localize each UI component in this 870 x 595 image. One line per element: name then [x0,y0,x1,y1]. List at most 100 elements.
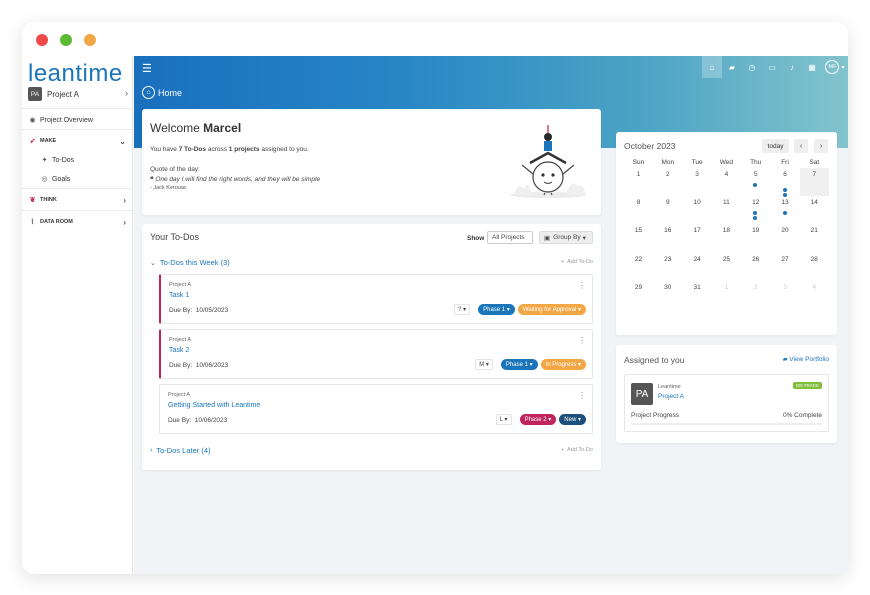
calendar-day[interactable]: 19 [741,224,770,252]
calendar-day[interactable]: 23 [653,253,682,281]
phase-dropdown[interactable]: Phase 2 ▾ [519,414,557,425]
effort-dropdown[interactable]: L ▾ [495,414,512,425]
effort-dropdown[interactable]: M ▾ [475,359,493,370]
user-menu[interactable]: MF ▾ [822,60,848,74]
calendar-day[interactable]: 11 [712,196,741,224]
calendar-event-dot[interactable] [782,188,787,192]
calendar-event-dot[interactable] [782,193,787,197]
project-card[interactable]: PA Leantime Project A ON TRACK Project P… [624,374,829,432]
minimize-window-button[interactable] [84,34,96,46]
sidebar-item-make[interactable]: ➶ MAKE ⌄ [22,135,132,147]
apps-grid-icon[interactable]: ▦ [802,56,822,78]
phase-dropdown[interactable]: Phase 1 ▾ [500,359,538,370]
todo-title[interactable]: Task 1 [169,292,189,299]
add-todo-button[interactable]: + Add To-Do [561,447,593,453]
close-window-button[interactable] [36,34,48,46]
calendar-day[interactable]: 31 [683,281,712,309]
calendar-day[interactable]: 2 [741,281,770,309]
status-dropdown[interactable]: New ▾ [559,414,586,425]
status-dropdown[interactable]: In Progress ▾ [540,359,586,370]
leantime-logo[interactable]: leantime [28,60,123,88]
project-selector[interactable]: PA Project A › [28,86,128,102]
progress-label: Project Progress [631,412,680,419]
calendar-day[interactable]: 18 [712,224,741,252]
sidebar-item-todos[interactable]: ✦ To-Dos [22,154,132,166]
calendar-day[interactable]: 17 [683,224,712,252]
briefcase-icon[interactable]: ▰ [722,56,742,78]
due-date[interactable]: 10/05/2023 [196,307,229,314]
calendar-day[interactable]: 5 [741,168,770,196]
calendar-day[interactable]: 15 [624,224,653,252]
project-link[interactable]: Project A [658,393,684,400]
todo-title[interactable]: Task 2 [169,347,189,354]
more-options-icon[interactable]: ⋮ [578,281,586,290]
phase-dropdown[interactable]: Phase 1 ▾ [478,304,515,315]
todo-title[interactable]: Getting Started with Leantime [168,402,260,409]
calendar-day[interactable]: 4 [800,281,829,309]
calendar-day[interactable]: 3 [771,281,800,309]
group-by-button[interactable]: ▣ Group By ▾ [539,231,593,244]
sidebar-item-project-overview[interactable]: ◉ Project Overview [22,114,132,126]
add-todo-button[interactable]: + Add To-Do [561,259,593,265]
todo-item[interactable]: Project A Task 2 Due By: 10/06/2023 ⋮ M … [159,329,593,379]
group-this-week-toggle[interactable]: ⌄ To-Dos this Week (3) [150,258,230,267]
calendar-day[interactable]: 1 [712,281,741,309]
menu-toggle-icon[interactable]: ☰ [142,62,152,75]
greeting-text: Welcome [150,121,200,135]
todo-project: Project A [168,392,191,398]
calendar-day[interactable]: 24 [683,253,712,281]
user-avatar: MF [825,60,840,74]
effort-dropdown[interactable]: ? ▾ [454,304,471,315]
status-dropdown[interactable]: Waiting for Approval ▾ [517,304,586,315]
calendar-day[interactable]: 1 [624,168,653,196]
calendar-day[interactable]: 14 [800,196,829,224]
divider [22,108,132,109]
calendar-day[interactable]: 20 [771,224,800,252]
calendar-day[interactable]: 30 [653,281,682,309]
more-options-icon[interactable]: ⋮ [578,336,586,345]
calendar-day[interactable]: 13 [771,196,800,224]
calendar-day[interactable]: 25 [712,253,741,281]
calendar-day[interactable]: 10 [683,196,712,224]
todo-item[interactable]: Project A Getting Started with Leantime … [159,384,593,434]
calendar-day[interactable]: 26 [741,253,770,281]
calendar-day[interactable]: 7 [799,168,829,196]
sidebar-item-label: THINK [40,197,57,203]
calendar-day[interactable]: 29 [624,281,653,309]
next-month-button[interactable]: › [814,139,828,153]
calendar-event-dot[interactable] [782,211,787,216]
project-filter-select[interactable]: All Projects [487,231,533,244]
briefcase-icon: ▰ [782,356,788,363]
top-nav: ⌂ ▰ ◷ ▭ ♪ ▦ MF ▾ [702,56,848,78]
calendar-day[interactable]: 12 [741,196,770,224]
clock-icon[interactable]: ◷ [742,56,762,78]
calendar-day[interactable]: 4 [712,168,741,196]
calendar-day[interactable]: 2 [653,168,682,196]
calendar-day[interactable]: 28 [800,253,829,281]
todo-item[interactable]: Project A Task 1 Due By: 10/05/2023 ⋮ ? … [159,274,593,324]
view-portfolio-link[interactable]: ▰ View Portfolio [783,355,829,363]
bell-icon[interactable]: ♪ [782,56,802,78]
home-icon[interactable]: ⌂ [702,56,722,78]
today-button[interactable]: today [762,139,789,153]
home-circle-icon: ⌂ [142,86,155,99]
sidebar-item-goals[interactable]: ◎ Goals [22,173,132,185]
prev-month-button[interactable]: ‹ [794,139,808,153]
calendar-day[interactable]: 9 [653,196,682,224]
sidebar-item-data-room[interactable]: ⌇ DATA ROOM › [22,216,132,228]
calendar-day[interactable]: 16 [653,224,682,252]
sidebar-item-think[interactable]: ❦ THINK › [22,194,132,206]
due-date[interactable]: 10/06/2023 [195,417,228,424]
more-options-icon[interactable]: ⋮ [578,391,586,400]
calendar-day[interactable]: 21 [800,224,829,252]
calendar-day[interactable]: 3 [683,168,712,196]
pin-icon: ✦ [41,157,48,164]
calendar-icon[interactable]: ▭ [762,56,782,78]
calendar-day[interactable]: 8 [624,196,653,224]
calendar-weekday: Wed [719,159,734,166]
calendar-day[interactable]: 27 [771,253,800,281]
group-later-toggle[interactable]: › To-Dos Later (4) [150,446,211,455]
calendar-day[interactable]: 22 [624,253,653,281]
maximize-window-button[interactable] [60,34,72,46]
due-date[interactable]: 10/06/2023 [196,362,229,369]
